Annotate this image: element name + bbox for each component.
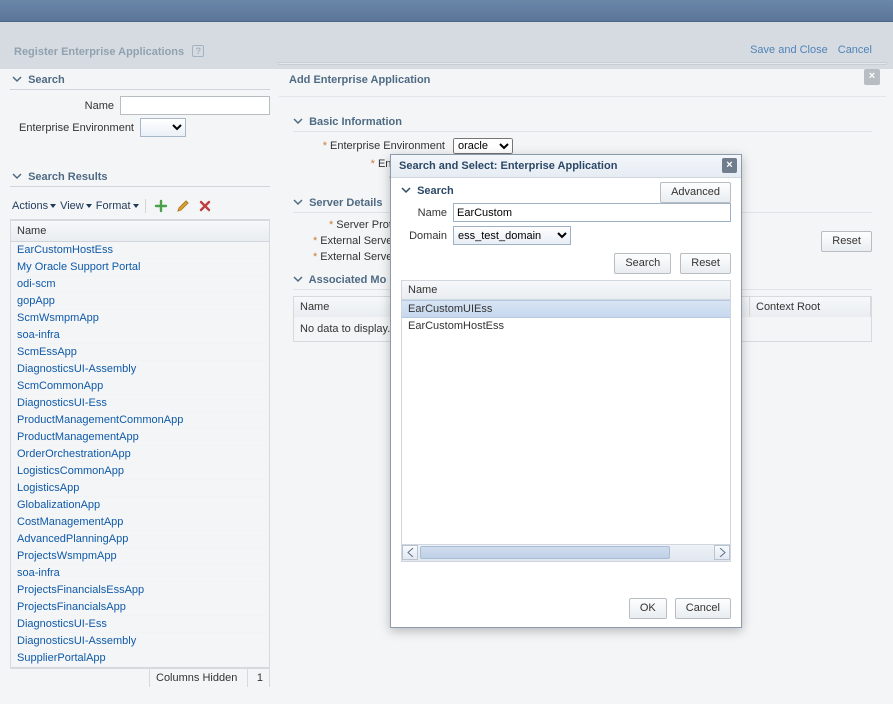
name-label: Name xyxy=(10,100,120,112)
server-details-header: Server Details xyxy=(309,197,382,209)
search-button[interactable]: Search xyxy=(614,253,671,274)
modal-domain-label: Domain xyxy=(401,230,453,242)
ok-button[interactable]: OK xyxy=(629,598,667,619)
search-select-dialog: Search and Select: Enterprise Applicatio… xyxy=(390,154,742,628)
results-header-text: Search Results xyxy=(28,171,107,183)
collapse-icon xyxy=(293,274,303,284)
panel-env-select[interactable]: oracle xyxy=(453,138,513,154)
results-toolbar: Actions View Format xyxy=(10,193,270,220)
columns-hidden-count: 1 xyxy=(257,672,263,684)
status-bar: Columns Hidden 1 xyxy=(10,668,270,687)
format-menu[interactable]: Format xyxy=(96,200,139,212)
caret-down-icon xyxy=(86,204,92,208)
cancel-button[interactable]: Cancel xyxy=(675,598,731,619)
table-row[interactable]: ProjectsFinancialsApp xyxy=(11,599,269,616)
close-icon[interactable]: × xyxy=(864,69,880,85)
table-row[interactable]: DiagnosticsUI-Ess xyxy=(11,616,269,633)
collapse-icon xyxy=(12,74,22,84)
search-section-header[interactable]: Search xyxy=(10,69,270,90)
collapse-icon xyxy=(12,171,22,181)
reset-button[interactable]: Reset xyxy=(821,231,872,252)
edit-icon[interactable] xyxy=(174,197,192,215)
view-menu[interactable]: View xyxy=(60,200,92,212)
advanced-button[interactable]: Advanced xyxy=(660,182,731,203)
panel-env-label: Enterprise Environment xyxy=(330,140,445,152)
delete-icon[interactable] xyxy=(196,197,214,215)
env-select[interactable] xyxy=(140,118,186,137)
caret-down-icon xyxy=(50,204,56,208)
table-row[interactable]: soa-infra xyxy=(11,327,269,344)
table-row[interactable]: LogisticsApp xyxy=(11,480,269,497)
scroll-left-icon[interactable] xyxy=(402,545,418,560)
separator xyxy=(145,199,146,213)
table-row[interactable]: gopApp xyxy=(11,293,269,310)
close-icon[interactable]: × xyxy=(722,158,737,173)
server-proto-label: Server Proto xyxy=(336,219,398,231)
result-list[interactable]: EarCustomUIEss EarCustomHostEss xyxy=(401,299,731,545)
modal-reset-button[interactable]: Reset xyxy=(680,253,731,274)
table-row[interactable]: DiagnosticsUI-Assembly xyxy=(11,361,269,378)
table-row[interactable]: ProjectsWsmpmApp xyxy=(11,548,269,565)
modal-name-input[interactable] xyxy=(453,203,731,222)
name-input[interactable] xyxy=(120,96,270,115)
scroll-right-icon[interactable] xyxy=(714,545,730,560)
table-row[interactable]: CostManagementApp xyxy=(11,514,269,531)
panel-title-text: Add Enterprise Application xyxy=(289,74,430,86)
actions-menu[interactable]: Actions xyxy=(12,200,56,212)
assoc-col-context[interactable]: Context Root xyxy=(750,297,871,317)
add-icon[interactable] xyxy=(152,197,170,215)
collapse-icon xyxy=(401,185,411,195)
collapse-icon xyxy=(293,116,303,126)
col-header-name[interactable]: Name xyxy=(11,221,269,242)
table-row[interactable]: SupplierPortalApp xyxy=(11,650,269,667)
collapse-icon xyxy=(293,197,303,207)
table-row[interactable]: ScmWsmpmApp xyxy=(11,310,269,327)
table-row[interactable]: ProductManagementApp xyxy=(11,429,269,446)
columns-hidden-label: Columns Hidden xyxy=(156,672,237,684)
search-header-text: Search xyxy=(28,74,65,86)
app-topbar xyxy=(0,0,893,22)
table-row[interactable]: DiagnosticsUI-Assembly xyxy=(11,633,269,650)
modal-domain-select[interactable]: ess_test_domain xyxy=(453,226,571,245)
modal-name-label: Name xyxy=(401,207,453,219)
table-row[interactable]: GlobalizationApp xyxy=(11,497,269,514)
table-row[interactable]: AdvancedPlanningApp xyxy=(11,531,269,548)
result-col-name[interactable]: Name xyxy=(401,280,731,299)
table-row[interactable]: EarCustomHostEss xyxy=(11,242,269,259)
scroll-thumb[interactable] xyxy=(420,546,670,559)
horizontal-scrollbar[interactable] xyxy=(401,545,731,562)
table-row[interactable]: odi-scm xyxy=(11,276,269,293)
modal-title-text: Search and Select: Enterprise Applicatio… xyxy=(399,160,617,172)
table-row[interactable]: ScmCommonApp xyxy=(11,378,269,395)
table-row[interactable]: ProductManagementCommonApp xyxy=(11,412,269,429)
table-row[interactable]: soa-infra xyxy=(11,565,269,582)
table-row[interactable]: My Oracle Support Portal xyxy=(11,259,269,276)
results-section-header[interactable]: Search Results xyxy=(10,166,270,187)
env-label: Enterprise Environment xyxy=(10,122,140,134)
table-row[interactable]: ProjectsFinancialsEssApp xyxy=(11,582,269,599)
table-row[interactable]: OrderOrchestrationApp xyxy=(11,446,269,463)
table-row[interactable]: LogisticsCommonApp xyxy=(11,463,269,480)
modal-search-header: Search xyxy=(417,185,454,197)
assoc-header: Associated Mo xyxy=(309,274,387,286)
modal-backdrop xyxy=(0,22,893,69)
caret-down-icon xyxy=(133,204,139,208)
table-row[interactable]: DiagnosticsUI-Ess xyxy=(11,395,269,412)
basic-info-header: Basic Information xyxy=(309,116,402,128)
table-row[interactable]: ScmEssApp xyxy=(11,344,269,361)
result-row[interactable]: EarCustomHostEss xyxy=(402,318,730,334)
results-table: Name EarCustomHostEssMy Oracle Support P… xyxy=(10,220,270,668)
result-row[interactable]: EarCustomUIEss xyxy=(402,300,730,318)
